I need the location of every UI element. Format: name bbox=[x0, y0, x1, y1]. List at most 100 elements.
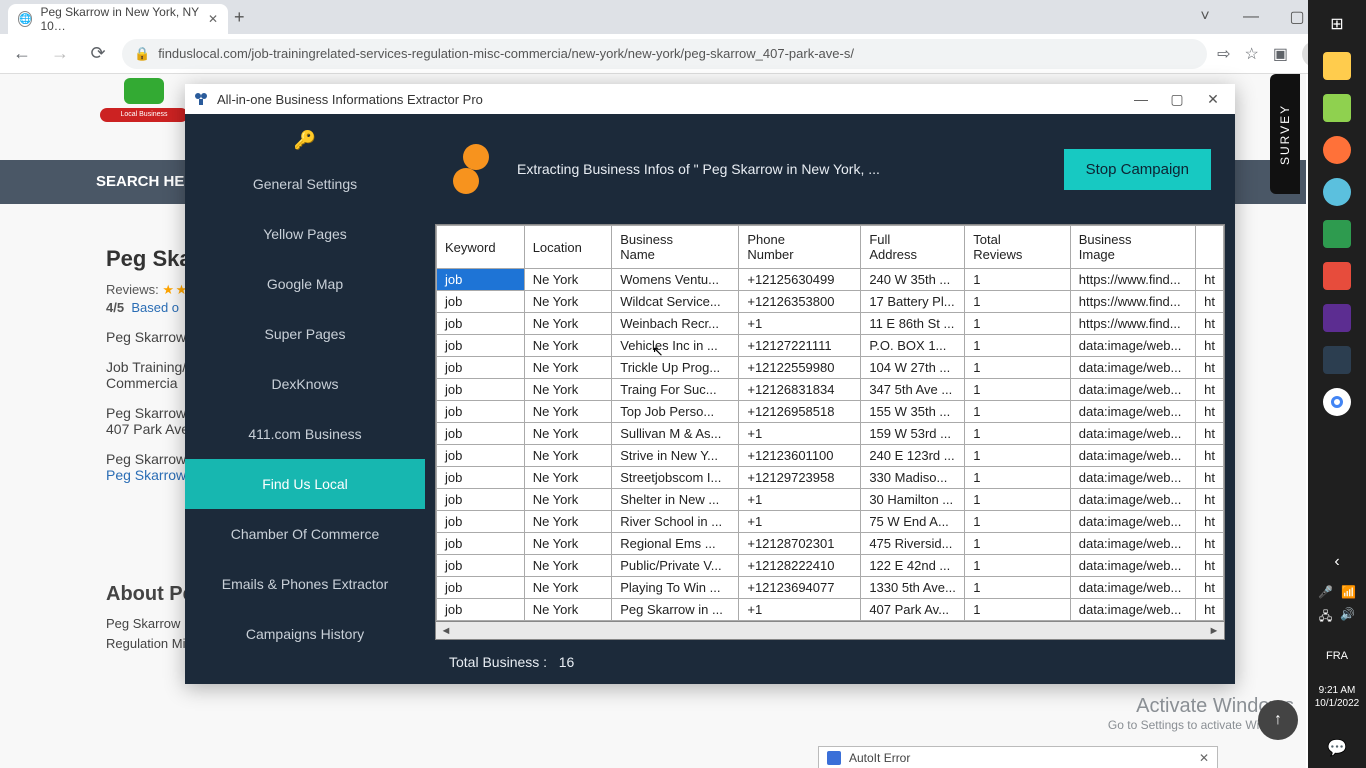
column-header[interactable]: BusinessImage bbox=[1070, 226, 1195, 269]
mic-icon[interactable]: 🎤 bbox=[1318, 585, 1333, 599]
scroll-right-icon[interactable]: ► bbox=[1206, 625, 1222, 637]
results-grid[interactable]: KeywordLocationBusinessNamePhoneNumberFu… bbox=[435, 224, 1225, 622]
sidebar-item-super-pages[interactable]: Super Pages bbox=[185, 309, 425, 359]
table-row[interactable]: jobNe YorkPeg Skarrow in ...+1407 Park A… bbox=[437, 599, 1224, 621]
address-bar[interactable]: 🔒 finduslocal.com/job-trainingrelated-se… bbox=[122, 39, 1207, 69]
wifi-icon[interactable]: 📶 bbox=[1341, 585, 1356, 599]
cell-name: Regional Ems ... bbox=[612, 533, 739, 555]
cell-img: data:image/web... bbox=[1070, 335, 1195, 357]
scroll-left-icon[interactable]: ◄ bbox=[438, 625, 454, 637]
table-row[interactable]: jobNe YorkRiver School in ...+175 W End … bbox=[437, 511, 1224, 533]
sidebar-item-chamber-of-commerce[interactable]: Chamber Of Commerce bbox=[185, 509, 425, 559]
cell-kw: job bbox=[437, 269, 525, 291]
horizontal-scrollbar[interactable]: ◄ ► bbox=[435, 622, 1225, 640]
sidebar-item-yellow-pages[interactable]: Yellow Pages bbox=[185, 209, 425, 259]
cell-phone: +12125630499 bbox=[739, 269, 861, 291]
table-row[interactable]: jobNe YorkRegional Ems ...+1212870230147… bbox=[437, 533, 1224, 555]
table-row[interactable]: jobNe YorkPublic/Private V...+1212822241… bbox=[437, 555, 1224, 577]
sound-icon[interactable]: 🔊 bbox=[1340, 607, 1355, 628]
app-icon-2[interactable] bbox=[1323, 346, 1351, 374]
cell-x: ht bbox=[1196, 291, 1224, 313]
back-button[interactable]: ← bbox=[8, 43, 36, 64]
table-row[interactable]: jobNe YorkPlaying To Win ...+12123694077… bbox=[437, 577, 1224, 599]
sidebar-item-google-map[interactable]: Google Map bbox=[185, 259, 425, 309]
share-icon[interactable]: ⇨ bbox=[1217, 44, 1230, 64]
table-row[interactable]: jobNe YorkTraing For Suc...+121268318343… bbox=[437, 379, 1224, 401]
app-icon-1[interactable] bbox=[1323, 178, 1351, 206]
sidebar-item-411-com-business[interactable]: 411.com Business bbox=[185, 409, 425, 459]
table-row[interactable]: jobNe YorkWomens Ventu...+12125630499240… bbox=[437, 269, 1224, 291]
sidebar-item-general-settings[interactable]: General Settings bbox=[185, 159, 425, 209]
window-minimize-icon[interactable]: — bbox=[1228, 0, 1274, 34]
scroll-to-top-button[interactable]: ↑ bbox=[1258, 700, 1298, 740]
app-maximize-icon[interactable]: ▢ bbox=[1163, 91, 1191, 108]
sidebar-item-campaigns-history[interactable]: Campaigns History bbox=[185, 609, 425, 659]
table-row[interactable]: jobNe YorkTop Job Perso...+1212695851815… bbox=[437, 401, 1224, 423]
autoit-error-window[interactable]: AutoIt Error ✕ bbox=[818, 746, 1218, 768]
cell-x: ht bbox=[1196, 379, 1224, 401]
chrome-chevron-icon[interactable]: ˅ bbox=[1182, 0, 1228, 34]
stop-campaign-button[interactable]: Stop Campaign bbox=[1064, 149, 1211, 190]
cell-addr: 75 W End A... bbox=[861, 511, 965, 533]
column-header[interactable]: Location bbox=[524, 226, 612, 269]
panel-icon[interactable]: ▣ bbox=[1273, 44, 1288, 64]
table-row[interactable]: jobNe YorkStreetjobscom I...+12129723958… bbox=[437, 467, 1224, 489]
close-tab-icon[interactable]: ✕ bbox=[208, 12, 218, 26]
peg-skarrow-link[interactable]: Peg Skarrow bbox=[106, 467, 186, 483]
column-header[interactable]: Keyword bbox=[437, 226, 525, 269]
camtasia-icon[interactable] bbox=[1323, 220, 1351, 248]
cell-addr: 122 E 42nd ... bbox=[861, 555, 965, 577]
windows-start-icon[interactable]: ⊞ bbox=[1323, 10, 1351, 38]
app-minimize-icon[interactable]: — bbox=[1127, 91, 1155, 107]
cell-loc: Ne York bbox=[524, 555, 612, 577]
table-row[interactable]: jobNe YorkSullivan M & As...+1159 W 53rd… bbox=[437, 423, 1224, 445]
bookmark-icon[interactable]: ☆ bbox=[1245, 44, 1259, 64]
cell-x: ht bbox=[1196, 489, 1224, 511]
column-header[interactable]: FullAddress bbox=[861, 226, 965, 269]
visual-studio-icon[interactable] bbox=[1323, 304, 1351, 332]
cell-addr: 11 E 86th St ... bbox=[861, 313, 965, 335]
reload-button[interactable]: ⟳ bbox=[84, 43, 112, 64]
table-row[interactable]: jobNe YorkVehicles Inc in ...+1212722111… bbox=[437, 335, 1224, 357]
autoit-close-icon[interactable]: ✕ bbox=[1199, 751, 1209, 765]
sidebar-item-emails-phones-extractor[interactable]: Emails & Phones Extractor bbox=[185, 559, 425, 609]
notepadpp-icon[interactable] bbox=[1323, 94, 1351, 122]
table-row[interactable]: jobNe YorkTrickle Up Prog...+12122559980… bbox=[437, 357, 1224, 379]
column-header[interactable]: BusinessName bbox=[612, 226, 739, 269]
network-icon[interactable]: 🖧 bbox=[1319, 607, 1332, 628]
finduslocal-logo[interactable]: Local Business bbox=[100, 78, 190, 128]
table-row[interactable]: jobNe YorkStrive in New Y...+12123601100… bbox=[437, 445, 1224, 467]
sidebar-item-find-us-local[interactable]: Find Us Local bbox=[185, 459, 425, 509]
cell-addr: 159 W 53rd ... bbox=[861, 423, 965, 445]
cell-x: ht bbox=[1196, 577, 1224, 599]
cell-kw: job bbox=[437, 357, 525, 379]
column-header[interactable]: PhoneNumber bbox=[739, 226, 861, 269]
table-row[interactable]: jobNe YorkShelter in New ...+130 Hamilto… bbox=[437, 489, 1224, 511]
cell-phone: +1 bbox=[739, 313, 861, 335]
chevron-left-icon[interactable]: ‹ bbox=[1334, 553, 1339, 571]
browser-tab[interactable]: 🌐 Peg Skarrow in New York, NY 10… ✕ bbox=[8, 4, 228, 34]
app-close-icon[interactable]: ✕ bbox=[1199, 91, 1227, 108]
sidebar-item-dexknows[interactable]: DexKnows bbox=[185, 359, 425, 409]
app-titlebar[interactable]: All-in-one Business Informations Extract… bbox=[185, 84, 1235, 114]
column-header[interactable]: TotalReviews bbox=[965, 226, 1071, 269]
cell-kw: job bbox=[437, 599, 525, 621]
table-row[interactable]: jobNe YorkWildcat Service...+12126353800… bbox=[437, 291, 1224, 313]
new-tab-button[interactable]: + bbox=[234, 7, 245, 28]
column-header[interactable] bbox=[1196, 226, 1224, 269]
survey-tab[interactable]: SURVEY bbox=[1270, 74, 1300, 194]
chrome-icon[interactable] bbox=[1323, 388, 1351, 416]
firefox-icon[interactable] bbox=[1323, 136, 1351, 164]
loading-icon bbox=[449, 144, 499, 194]
cell-x: ht bbox=[1196, 445, 1224, 467]
file-explorer-icon[interactable] bbox=[1323, 52, 1351, 80]
cell-img: data:image/web... bbox=[1070, 379, 1195, 401]
notifications-icon[interactable]: 💬 bbox=[1327, 738, 1347, 758]
table-row[interactable]: jobNe YorkWeinbach Recr...+111 E 86th St… bbox=[437, 313, 1224, 335]
cell-name: Vehicles Inc in ... bbox=[612, 335, 739, 357]
app-title-text: All-in-one Business Informations Extract… bbox=[217, 92, 483, 107]
language-indicator[interactable]: FRA bbox=[1326, 650, 1348, 662]
cell-rev: 1 bbox=[965, 313, 1071, 335]
clock[interactable]: 9:21 AM 10/1/2022 bbox=[1315, 684, 1360, 710]
recorder-icon[interactable] bbox=[1323, 262, 1351, 290]
